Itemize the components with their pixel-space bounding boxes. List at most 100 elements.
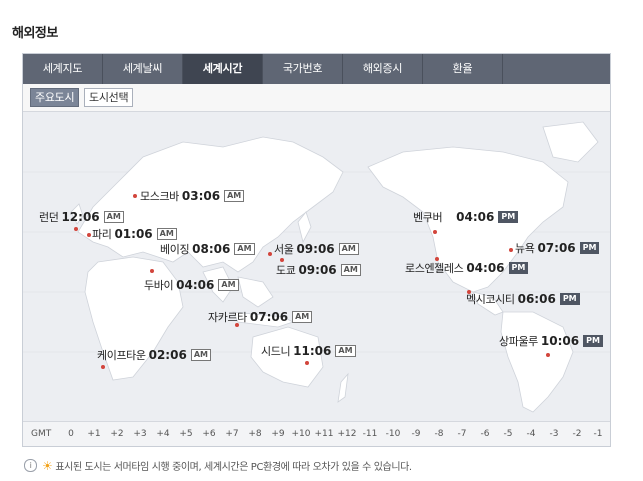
city-capetown[interactable]: 케이프타운 02:06 AM <box>97 347 211 363</box>
gmt-tick: +7 <box>225 429 239 439</box>
city-marker-dubai[interactable] <box>150 269 154 273</box>
ampm-badge: AM <box>156 228 177 240</box>
city-time: 03:06 <box>181 189 221 203</box>
ampm-badge: AM <box>224 190 245 202</box>
city-name: 케이프타운 <box>97 349 146 362</box>
ampm-badge: AM <box>338 243 359 255</box>
gmt-tick: -3 <box>549 429 559 439</box>
gmt-label: GMT <box>31 429 52 439</box>
ampm-badge: PM <box>498 211 519 223</box>
info-icon: i <box>24 459 37 472</box>
city-marker-newyork[interactable] <box>509 248 513 252</box>
city-name: 런던 <box>39 211 59 224</box>
sub-navigation: 주요도시 도시선택 <box>23 84 610 112</box>
gmt-tick: -9 <box>411 429 421 439</box>
ampm-badge: AM <box>218 279 239 291</box>
gmt-tick: -6 <box>480 429 490 439</box>
tab-bar: 세계지도 세계날씨 세계시간 국가번호 해외증시 환율 <box>23 54 610 84</box>
city-moscow[interactable]: 모스크바 03:06 AM <box>140 188 245 204</box>
ampm-badge: AM <box>335 345 356 357</box>
city-time: 01:06 <box>114 227 153 241</box>
ampm-badge: PM <box>559 293 580 305</box>
city-losangeles[interactable]: 로스엔젤레스 04:06 PM <box>405 260 529 276</box>
gmt-tick: -5 <box>503 429 513 439</box>
tab-world-weather[interactable]: 세계날씨 <box>103 54 183 84</box>
city-london[interactable]: 런던 12:06 AM <box>39 209 124 225</box>
ampm-badge: PM <box>579 242 600 254</box>
city-dubai[interactable]: 두바이 04:06 AM <box>144 277 239 293</box>
tab-country-code[interactable]: 국가번호 <box>263 54 343 84</box>
city-paris[interactable]: 파리 01:06 AM <box>92 226 177 242</box>
ampm-badge: AM <box>340 264 361 276</box>
city-marker-sydney[interactable] <box>305 361 309 365</box>
city-name: 도쿄 <box>276 264 296 277</box>
tab-world-map[interactable]: 세계지도 <box>23 54 103 84</box>
ampm-badge: AM <box>190 349 211 361</box>
select-city-button[interactable]: 도시선택 <box>84 88 134 107</box>
gmt-tick: +6 <box>202 429 216 439</box>
gmt-tick: -10 <box>385 429 401 439</box>
gmt-tick: +12 <box>337 429 357 439</box>
tab-foreign-stocks[interactable]: 해외증시 <box>343 54 423 84</box>
city-marker-saopaulo[interactable] <box>546 353 550 357</box>
gmt-tick: -4 <box>526 429 536 439</box>
ampm-badge: AM <box>103 211 124 223</box>
tab-world-time[interactable]: 세계시간 <box>183 54 263 84</box>
city-marker-seoul[interactable] <box>268 252 272 256</box>
gmt-tick: +9 <box>271 429 285 439</box>
gmt-tick: +10 <box>291 429 311 439</box>
city-newyork[interactable]: 뉴욕 07:06 PM <box>515 240 600 256</box>
city-beijing[interactable]: 베이징 08:06 AM <box>160 241 255 257</box>
city-tokyo[interactable]: 도쿄 09:06 AM <box>276 262 361 278</box>
city-marker-vancouver[interactable] <box>433 230 437 234</box>
city-time: 04:06 <box>456 210 495 224</box>
page-title: 해외정보 <box>12 26 58 41</box>
city-time: 07:06 <box>249 310 289 324</box>
gmt-tick: +11 <box>314 429 334 439</box>
city-name: 자카르타 <box>208 311 247 324</box>
city-time: 11:06 <box>293 344 332 358</box>
gmt-tick: +4 <box>156 429 170 439</box>
city-name: 베이징 <box>160 243 190 256</box>
gmt-tick: -8 <box>434 429 444 439</box>
city-name: 로스엔젤레스 <box>405 262 464 275</box>
city-marker-london[interactable] <box>74 227 78 231</box>
city-saopaulo[interactable]: 상파울루 10:06 PM <box>499 333 603 349</box>
city-time: 07:06 <box>537 241 576 255</box>
sun-icon: ☀ <box>42 458 53 473</box>
city-time: 10:06 <box>540 334 580 348</box>
world-map: 모스크바 03:06 AM 런던 12:06 AM 파리 01:06 AM 베이… <box>23 112 610 421</box>
city-time: 12:06 <box>61 210 100 224</box>
city-vancouver[interactable]: 벤쿠버 04:06 PM <box>413 209 519 225</box>
city-marker-moscow[interactable] <box>133 194 137 198</box>
city-mexicocity[interactable]: 멕시코시티 06:06 PM <box>466 291 580 307</box>
city-jakarta[interactable]: 자카르타 07:06 AM <box>208 309 313 325</box>
city-name: 파리 <box>92 228 112 241</box>
tab-exchange-rate[interactable]: 환율 <box>423 54 503 84</box>
gmt-tick: +3 <box>133 429 147 439</box>
city-marker-capetown[interactable] <box>101 365 105 369</box>
city-sydney[interactable]: 시드니 11:06 AM <box>261 343 356 359</box>
city-time: 09:06 <box>298 263 337 277</box>
ampm-badge: PM <box>508 262 529 274</box>
gmt-scale: GMT 0 +1 +2 +3 +4 +5 +6 +7 +8 +9 +10 +11… <box>23 421 610 446</box>
gmt-tick: -7 <box>457 429 467 439</box>
footnote: i ☀ 표시된 도시는 서머타임 시행 중이며, 세계시간은 PC환경에 따라 … <box>24 458 412 473</box>
city-seoul[interactable]: 서울 09:06 AM <box>274 241 359 257</box>
gmt-tick: 0 <box>68 429 74 439</box>
major-cities-button[interactable]: 주요도시 <box>30 88 80 107</box>
city-time: 06:06 <box>517 292 556 306</box>
ampm-badge: PM <box>583 335 603 347</box>
footnote-text: 표시된 도시는 서머타임 시행 중이며, 세계시간은 PC환경에 따라 오차가 … <box>55 462 412 473</box>
city-name: 뉴욕 <box>515 242 535 255</box>
gmt-tick: +2 <box>110 429 124 439</box>
gmt-tick: -11 <box>362 429 378 439</box>
city-name: 서울 <box>274 243 294 256</box>
gmt-tick: -1 <box>593 429 603 439</box>
gmt-tick: +1 <box>87 429 101 439</box>
city-marker-paris[interactable] <box>87 233 91 237</box>
city-name: 벤쿠버 <box>413 211 443 224</box>
city-name: 모스크바 <box>140 190 179 203</box>
gmt-tick: +5 <box>179 429 193 439</box>
city-time: 04:06 <box>176 278 215 292</box>
